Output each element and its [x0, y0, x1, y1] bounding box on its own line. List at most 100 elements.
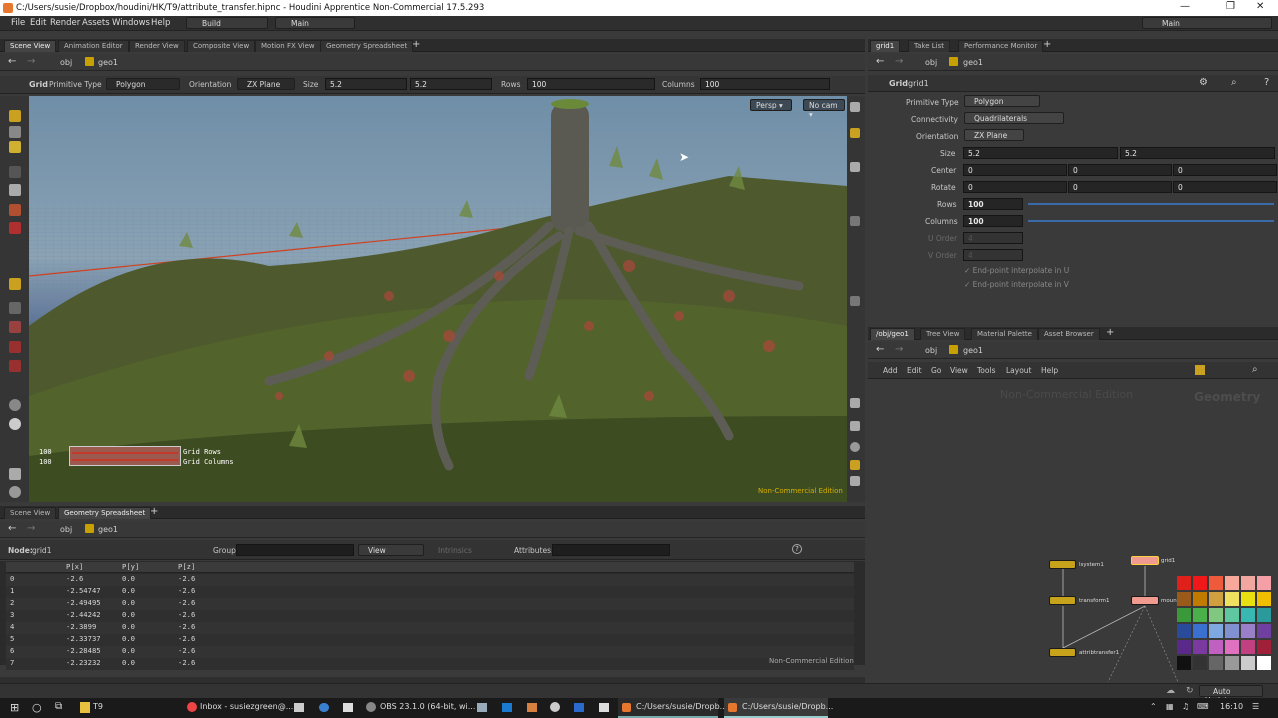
right-path-geo[interactable]: geo1: [963, 58, 983, 67]
right-forward-icon[interactable]: →: [895, 56, 903, 67]
color-swatch[interactable]: [1257, 608, 1271, 622]
param-node-name[interactable]: grid1: [908, 79, 929, 88]
object-mode-icon[interactable]: [9, 141, 21, 153]
color-swatch[interactable]: [1241, 576, 1255, 590]
transform-icon[interactable]: [9, 204, 21, 216]
auto-update-dropdown[interactable]: Auto Update: [1199, 685, 1263, 705]
op-cols-field[interactable]: 100: [700, 78, 830, 90]
color-swatch[interactable]: [1225, 592, 1239, 606]
back-icon[interactable]: ←: [8, 56, 16, 67]
param-help-icon[interactable]: ?: [1264, 77, 1269, 88]
op-size-x[interactable]: 5.2: [325, 78, 407, 90]
app-icon-7[interactable]: [550, 702, 560, 712]
app-icon-6[interactable]: [527, 703, 537, 712]
tab-render-view[interactable]: Render View: [129, 40, 185, 52]
table-row[interactable]: 5 -2.33737 0.0 -2.6: [6, 634, 854, 646]
color-swatch[interactable]: [1209, 656, 1223, 670]
param-connectivity-dropdown[interactable]: Quadrilaterals: [964, 112, 1064, 124]
minimize-icon[interactable]: —: [1180, 1, 1190, 12]
volume-icon[interactable]: ♫: [1182, 702, 1189, 711]
param-primitive-type-dropdown[interactable]: Polygon: [964, 95, 1040, 107]
close-icon[interactable]: ✕: [1256, 1, 1264, 12]
bottom-path-geo[interactable]: geo1: [98, 525, 118, 534]
color-swatch[interactable]: [1177, 640, 1191, 654]
app-icon-1[interactable]: [294, 703, 304, 712]
table-row[interactable]: 7 -2.23232 0.0 -2.6: [6, 658, 854, 670]
taskbar-item-inbox[interactable]: Inbox - susiezgreen@...: [200, 702, 293, 711]
tab-scene-view[interactable]: Scene View: [4, 40, 57, 52]
camera-icon[interactable]: [9, 468, 21, 480]
param-center-z[interactable]: 0: [1173, 164, 1277, 176]
color-swatch[interactable]: [1209, 640, 1223, 654]
search-circle-icon[interactable]: ○: [32, 701, 42, 714]
param-rotate-x[interactable]: 0: [963, 181, 1067, 193]
color-swatch[interactable]: [1257, 656, 1271, 670]
bottom-add-tab-icon[interactable]: +: [150, 506, 158, 517]
param-endv-checkbox[interactable]: ✓ End-point interpolate in V: [964, 280, 1069, 289]
color-swatch[interactable]: [1257, 640, 1271, 654]
color-swatch[interactable]: [1241, 624, 1255, 638]
param-rows-slider[interactable]: [1028, 203, 1274, 205]
tab-bottom-scene-view[interactable]: Scene View: [4, 507, 57, 519]
app-icon-3[interactable]: [343, 703, 353, 712]
color-swatch[interactable]: [1257, 576, 1271, 590]
op-orient-dropdown[interactable]: ZX Plane: [237, 78, 295, 90]
table-row[interactable]: 1 -2.54747 0.0 -2.6: [6, 586, 854, 598]
color-swatch[interactable]: [1241, 608, 1255, 622]
param-rows-field[interactable]: 100: [963, 198, 1023, 210]
shading-icon[interactable]: [850, 162, 860, 172]
param-rotate-y[interactable]: 0: [1068, 181, 1172, 193]
color-swatch[interactable]: [1209, 592, 1223, 606]
light-icon[interactable]: [9, 418, 21, 430]
maximize-icon[interactable]: ❐: [1226, 1, 1235, 12]
tab-performance-monitor[interactable]: Performance Monitor: [958, 40, 1044, 52]
tab-grid1[interactable]: grid1: [870, 40, 901, 52]
zoom-icon[interactable]: [850, 476, 860, 486]
select-mode-icon[interactable]: [9, 126, 21, 138]
tab-bottom-geometry-spreadsheet[interactable]: Geometry Spreadsheet: [58, 507, 152, 519]
brush-icon[interactable]: [9, 278, 21, 290]
display-options-icon[interactable]: [850, 398, 860, 408]
table-row[interactable]: 0 -2.6 0.0 -2.6: [6, 574, 854, 586]
node-grid1[interactable]: [1131, 556, 1159, 565]
app-icon-5[interactable]: [502, 703, 512, 712]
app-icon-4[interactable]: [477, 703, 487, 712]
magnet-icon[interactable]: [9, 321, 21, 333]
color-swatch[interactable]: [1177, 576, 1191, 590]
right-back-icon[interactable]: ←: [876, 56, 884, 67]
taskbar-item-obs[interactable]: OBS 23.1.0 (64-bit, wi...: [380, 702, 475, 711]
color-swatch[interactable]: [1193, 592, 1207, 606]
taskbar-item-t9[interactable]: T9: [93, 702, 103, 711]
table-row[interactable]: 2 -2.49495 0.0 -2.6: [6, 598, 854, 610]
right-add-tab-icon[interactable]: +: [1043, 39, 1051, 50]
color-swatch[interactable]: [1209, 608, 1223, 622]
lock-camera-icon[interactable]: [850, 102, 860, 112]
ghost-icon[interactable]: [850, 421, 860, 431]
node-attribtransfer1[interactable]: [1049, 648, 1076, 657]
color-swatch[interactable]: [1225, 576, 1239, 590]
param-size-z[interactable]: 5.2: [1120, 147, 1275, 159]
sheet-view-dropdown[interactable]: View: [358, 544, 424, 556]
color-swatch[interactable]: [1177, 656, 1191, 670]
bottom-back-icon[interactable]: ←: [8, 523, 16, 534]
color-swatch[interactable]: [1241, 656, 1255, 670]
bottom-forward-icon[interactable]: →: [27, 523, 35, 534]
menu-windows[interactable]: Windows: [112, 18, 150, 28]
gear-icon[interactable]: ⚙: [1199, 77, 1208, 88]
search-icon[interactable]: ⌕: [1231, 77, 1237, 88]
bottom-path-obj[interactable]: obj: [60, 525, 72, 534]
points-icon[interactable]: [850, 296, 860, 306]
param-columns-slider[interactable]: [1028, 220, 1274, 222]
app-icon-2[interactable]: [319, 703, 329, 712]
table-row[interactable]: 3 -2.44242 0.0 -2.6: [6, 610, 854, 622]
node-mountain1[interactable]: [1131, 596, 1159, 605]
tray-chevron-icon[interactable]: ⌃: [1150, 702, 1157, 711]
color-swatch[interactable]: [1209, 576, 1223, 590]
help-icon[interactable]: ?: [792, 544, 802, 554]
task-view-icon[interactable]: ⧉: [55, 701, 62, 712]
grid-toggle-icon[interactable]: [850, 460, 860, 470]
table-row[interactable]: 4 -2.3899 0.0 -2.6: [6, 622, 854, 634]
color-swatch[interactable]: [1177, 608, 1191, 622]
color-swatch[interactable]: [1241, 640, 1255, 654]
param-endu-checkbox[interactable]: ✓ End-point interpolate in U: [964, 266, 1069, 275]
